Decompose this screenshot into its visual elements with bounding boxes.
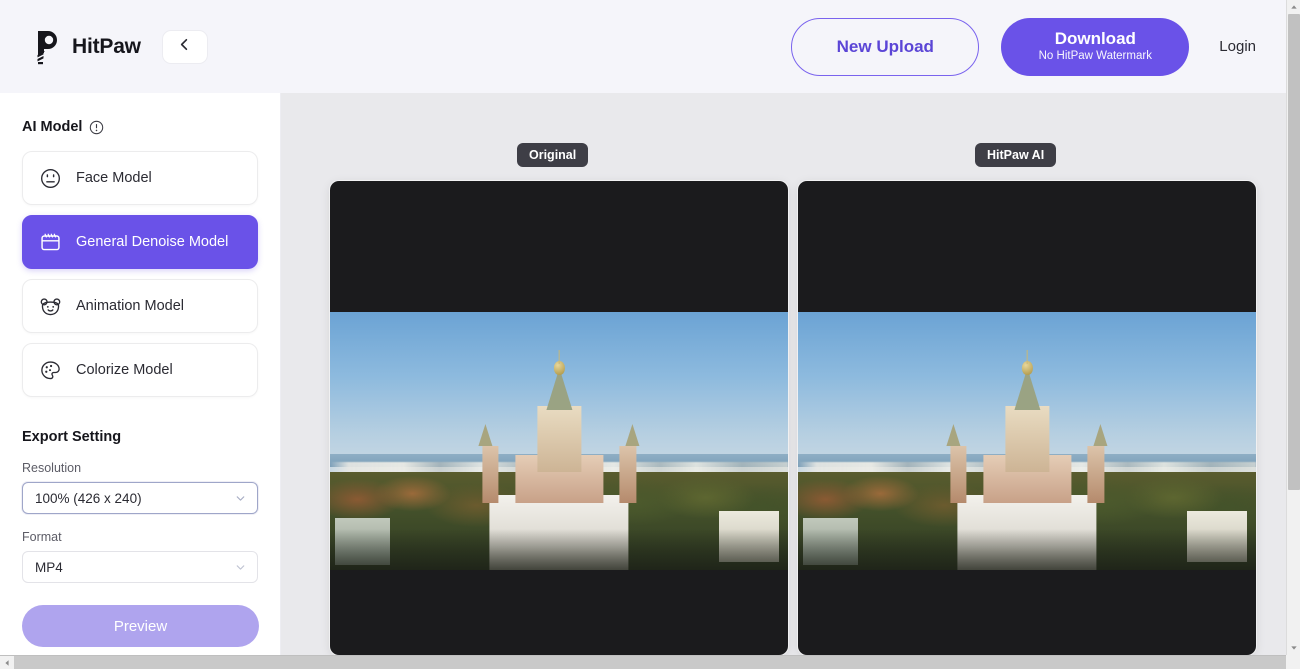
brand-name: HitPaw (72, 35, 141, 59)
scrollbar-corner (1286, 655, 1300, 669)
ai-model-title-text: AI Model (22, 119, 82, 135)
download-label: Download (1055, 30, 1136, 49)
triangle-down-icon[interactable] (1287, 641, 1300, 655)
cathedral-cross (558, 350, 560, 364)
model-item-animation[interactable]: Animation Model (22, 279, 258, 333)
preview-canvas: Original HitPaw AI (281, 93, 1286, 655)
resolution-select[interactable]: 100% (426 x 240) (22, 482, 258, 514)
resolution-label: Resolution (22, 461, 258, 475)
ground-shadow (798, 529, 1256, 570)
download-button[interactable]: Download No HitPaw Watermark (1001, 18, 1189, 76)
brand[interactable]: HitPaw (30, 29, 141, 65)
ground-shadow (330, 529, 788, 570)
model-item-label: Face Model (76, 170, 152, 186)
turret-spire-left (478, 424, 492, 446)
turret-spire-right (1094, 424, 1108, 446)
horizontal-scrollbar[interactable] (0, 655, 1300, 669)
chevron-down-icon (234, 561, 247, 574)
video-comparison (330, 181, 1256, 655)
cathedral-turret-right (1087, 446, 1103, 504)
face-icon (39, 167, 62, 190)
cathedral-tower (537, 406, 581, 473)
page-viewport: HitPaw New Upload Download No HitPaw Wat… (0, 0, 1286, 655)
model-item-general-denoise[interactable]: General Denoise Model (22, 215, 258, 269)
ai-model-section-title: AI Model (22, 119, 258, 135)
turret-spire-left (946, 424, 960, 446)
login-link[interactable]: Login (1211, 32, 1264, 61)
hitpaw-ai-video-player[interactable] (798, 181, 1256, 655)
hitpaw-logo-icon (30, 29, 62, 65)
cathedral-tower (1005, 406, 1049, 473)
model-item-label: Colorize Model (76, 362, 173, 378)
chevron-left-icon (177, 37, 192, 57)
new-upload-button[interactable]: New Upload (791, 18, 979, 76)
cathedral-cross (1026, 350, 1028, 364)
format-value: MP4 (35, 560, 63, 575)
triangle-left-icon[interactable] (0, 656, 14, 669)
palette-icon (39, 359, 62, 382)
model-item-colorize[interactable]: Colorize Model (22, 343, 258, 397)
sidebar: AI Model (0, 93, 281, 655)
original-video-player[interactable] (330, 181, 788, 655)
format-select[interactable]: MP4 (22, 551, 258, 583)
original-badge: Original (517, 143, 588, 167)
cathedral-turret-left (482, 446, 498, 504)
download-sublabel: No HitPaw Watermark (1039, 50, 1152, 63)
turret-spire-right (626, 424, 640, 446)
preview-badges: Original HitPaw AI (281, 143, 1286, 167)
export-setting-title: Export Setting (22, 429, 258, 445)
app-header: HitPaw New Upload Download No HitPaw Wat… (0, 0, 1286, 93)
vertical-scrollbar[interactable] (1286, 0, 1300, 655)
film-frame-icon (39, 231, 62, 254)
header-actions: New Upload Download No HitPaw Watermark … (791, 0, 1286, 93)
format-label: Format (22, 530, 258, 544)
chevron-down-icon (234, 492, 247, 505)
model-item-label: Animation Model (76, 298, 184, 314)
back-button[interactable] (163, 31, 207, 63)
info-circle-icon[interactable] (89, 120, 104, 135)
ai-model-list: Face Model General Denoise Model (22, 151, 258, 397)
bear-face-icon (39, 295, 62, 318)
preview-button[interactable]: Preview (22, 605, 259, 647)
cathedral-turret-left (950, 446, 966, 504)
model-item-face[interactable]: Face Model (22, 151, 258, 205)
triangle-up-icon[interactable] (1287, 0, 1300, 14)
app-window: HitPaw New Upload Download No HitPaw Wat… (0, 0, 1300, 669)
cathedral-turret-right (619, 446, 635, 504)
vertical-scroll-thumb[interactable] (1288, 14, 1300, 490)
model-item-label: General Denoise Model (76, 234, 228, 250)
resolution-value: 100% (426 x 240) (35, 491, 142, 506)
enhanced-video-frame (798, 312, 1256, 570)
hitpaw-ai-badge: HitPaw AI (975, 143, 1056, 167)
original-video-frame (330, 312, 788, 570)
